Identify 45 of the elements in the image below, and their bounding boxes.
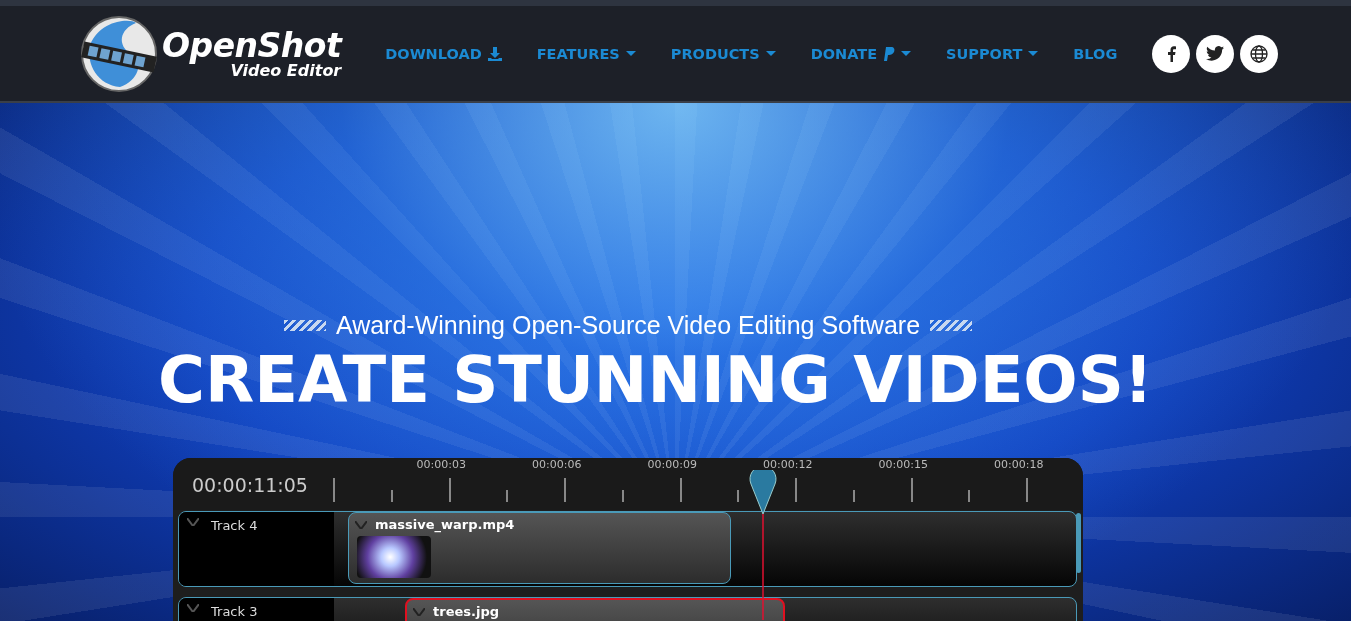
caret-icon <box>901 50 912 57</box>
logo-subtitle: Video Editor <box>230 62 342 79</box>
twitter-icon <box>1206 46 1225 61</box>
twitter-button[interactable] <box>1196 34 1235 73</box>
chevron-icon <box>187 604 199 612</box>
chevron-icon <box>187 518 199 526</box>
ruler-label: 00:00:15 <box>878 458 928 471</box>
facebook-icon <box>1166 45 1176 62</box>
video-clip[interactable]: trees.jpg <box>405 598 785 621</box>
ruler-label: 00:00:06 <box>532 458 582 471</box>
chevron-icon <box>413 607 425 616</box>
ruler-label: 00:00:12 <box>763 458 813 471</box>
globe-icon <box>1250 44 1269 63</box>
film-globe-logo-icon <box>80 14 158 93</box>
playhead[interactable] <box>748 470 778 620</box>
chevron-icon <box>355 520 367 529</box>
video-clip[interactable]: massive_warp.mp4 <box>348 512 731 584</box>
tagline: Award-Winning Open-Source Video Editing Software <box>335 311 921 340</box>
paypal-icon <box>883 46 896 61</box>
track-name: Track 4 <box>211 518 258 533</box>
ruler-label: 00:00:18 <box>994 458 1044 471</box>
caret-icon <box>1028 50 1039 57</box>
nav-link[interactable]: DOWNLOAD <box>385 37 502 70</box>
caret-icon <box>765 50 776 57</box>
headline: CREATE STUNNING VIDEOS! <box>157 344 1154 418</box>
nav-link[interactable]: FEATURES <box>536 37 636 70</box>
clip-name: trees.jpg <box>433 604 499 619</box>
nav-link[interactable]: PRODUCTS <box>670 37 776 70</box>
nav-link[interactable]: BLOG <box>1073 37 1118 70</box>
language-button[interactable] <box>1240 34 1279 73</box>
nav-link[interactable]: SUPPORT <box>946 37 1039 70</box>
timecode: 00:00:11:05 <box>191 473 309 498</box>
ruler-label: 00:00:03 <box>416 458 466 471</box>
nav-link[interactable]: DONATE <box>810 37 912 70</box>
logo-title: OpenShot <box>162 28 342 62</box>
facebook-button[interactable] <box>1152 34 1191 73</box>
download-icon <box>487 46 502 61</box>
track-name: Track 3 <box>211 604 258 619</box>
clip-name: massive_warp.mp4 <box>375 517 515 532</box>
logo[interactable]: OpenShot Video Editor <box>80 14 342 93</box>
caret-icon <box>625 50 636 57</box>
stripe-decoration <box>283 320 326 331</box>
ruler-label: 00:00:09 <box>647 458 697 471</box>
stripe-decoration <box>930 320 973 331</box>
scrollbar[interactable] <box>1076 513 1081 573</box>
